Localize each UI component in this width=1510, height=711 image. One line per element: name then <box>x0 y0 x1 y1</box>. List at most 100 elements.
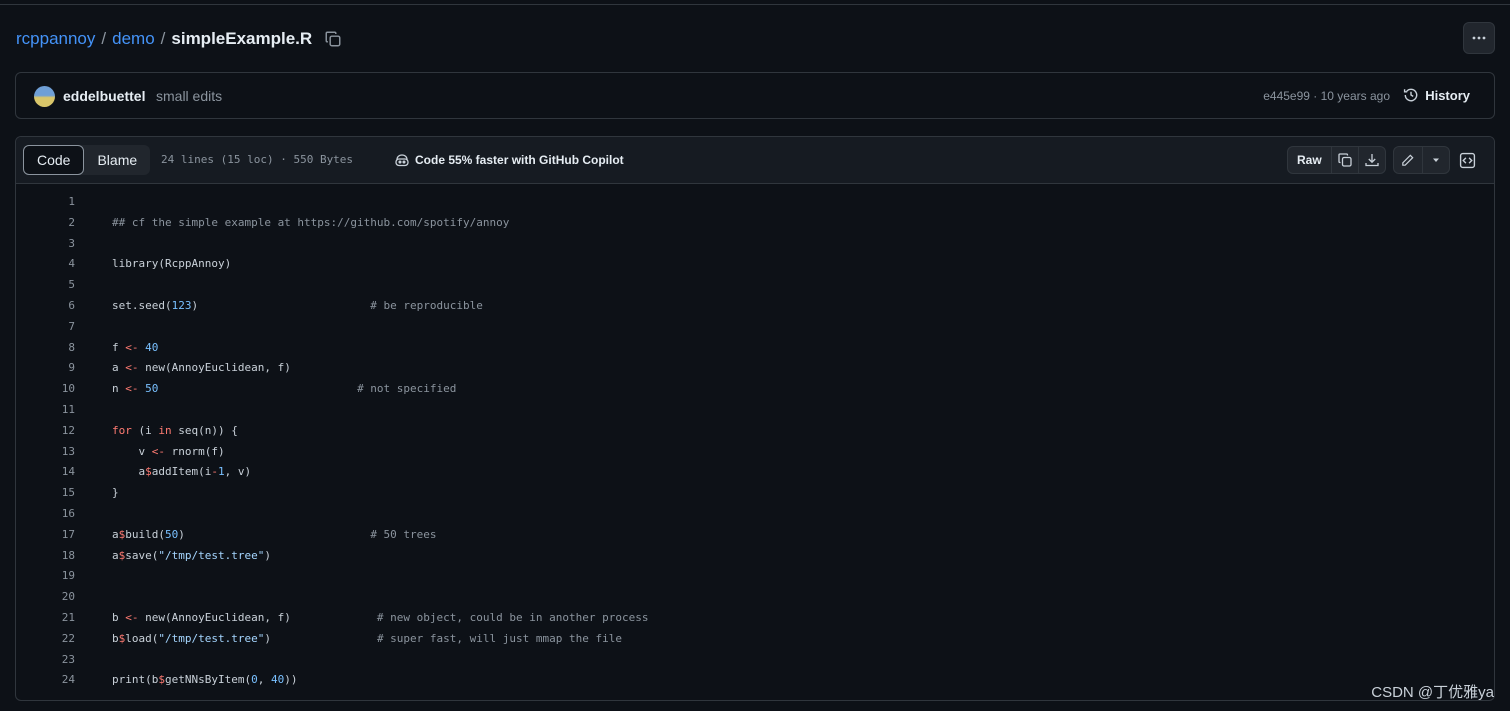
breadcrumb: rcppannoy / demo / simpleExample.R <box>16 28 342 50</box>
watermark: CSDN @丁优雅ya <box>1371 684 1494 701</box>
code-line: 16 <box>16 504 1494 525</box>
view-mode-toggle: Code Blame <box>23 145 151 175</box>
line-number[interactable]: 19 <box>16 566 75 587</box>
code-text: for (i in seq(n)) { <box>112 423 238 437</box>
breadcrumb-repo-link[interactable]: rcppannoy <box>16 29 95 49</box>
code-line: 8 f <- 40 <box>16 338 1494 359</box>
code-line: 15} <box>16 483 1494 504</box>
line-number[interactable]: 6 <box>16 296 75 317</box>
code-line: 18 a$save("/tmp/test.tree") <box>16 546 1494 567</box>
edit-button[interactable] <box>1394 147 1422 173</box>
code-line: 21 b <- new(AnnoyEuclidean, f) # new obje… <box>16 608 1494 629</box>
code-text: v <- rnorm(f) <box>112 444 225 458</box>
code-line: 2 ## cf the simple example at https://git… <box>16 213 1494 234</box>
line-number[interactable]: 3 <box>16 234 75 255</box>
code-line: 12 for (i in seq(n)) { <box>16 421 1494 442</box>
line-number[interactable]: 16 <box>16 504 75 525</box>
line-number[interactable]: 9 <box>16 358 75 379</box>
code-line: 1 <box>16 192 1494 213</box>
breadcrumb-folder-link[interactable]: demo <box>112 29 155 49</box>
top-divider <box>0 4 1510 5</box>
line-number[interactable]: 1 <box>16 192 75 213</box>
copilot-promo-link[interactable]: Code 55% faster with GitHub Copilot <box>394 152 624 168</box>
history-icon <box>1404 88 1418 102</box>
code-line: 19 <box>16 566 1494 587</box>
code-line: 22 b$load("/tmp/test.tree") # super fast,… <box>16 629 1494 650</box>
code-line: 4 library(RcppAnnoy) <box>16 254 1494 275</box>
raw-label: Raw <box>1297 153 1322 167</box>
tab-blame[interactable]: Blame <box>84 145 150 175</box>
file-header: Code Blame 24 lines (15 loc) · 550 Bytes… <box>16 137 1494 184</box>
code-line: 11 <box>16 400 1494 421</box>
code-line: 7 <box>16 317 1494 338</box>
code-line: 17 a$build(50) # 50 trees <box>16 525 1494 546</box>
edit-dropdown-button[interactable] <box>1421 147 1449 173</box>
code-text: b$load("/tmp/test.tree") # super fast, w… <box>112 631 622 645</box>
avatar[interactable] <box>34 86 55 107</box>
download-button[interactable] <box>1357 147 1385 173</box>
copilot-promo-label: Code 55% faster with GitHub Copilot <box>415 153 624 167</box>
line-number[interactable]: 24 <box>16 670 75 691</box>
copy-path-icon[interactable] <box>324 30 342 48</box>
raw-button[interactable]: Raw <box>1288 147 1331 173</box>
more-options-button[interactable] <box>1463 22 1495 54</box>
line-number[interactable]: 8 <box>16 338 75 359</box>
copy-icon <box>1338 153 1352 167</box>
code-square-icon <box>1459 152 1475 168</box>
tab-code[interactable]: Code <box>23 145 85 175</box>
triangle-down-icon <box>1432 158 1439 162</box>
code-line: 23 <box>16 650 1494 671</box>
copy-raw-button[interactable] <box>1330 147 1358 173</box>
history-button[interactable]: History <box>1403 87 1470 103</box>
file-info: 24 lines (15 loc) · 550 Bytes <box>161 153 354 166</box>
line-number[interactable]: 14 <box>16 462 75 483</box>
download-icon <box>1365 154 1379 167</box>
raw-actions-group: Raw <box>1287 146 1386 174</box>
line-number[interactable]: 21 <box>16 608 75 629</box>
line-number[interactable]: 10 <box>16 379 75 400</box>
code-text: a <- new(AnnoyEuclidean, f) <box>112 361 291 375</box>
line-number[interactable]: 12 <box>16 421 75 442</box>
line-number[interactable]: 4 <box>16 254 75 275</box>
line-number[interactable]: 7 <box>16 317 75 338</box>
line-number[interactable]: 2 <box>16 213 75 234</box>
pencil-icon <box>1402 153 1415 166</box>
code-text: } <box>112 486 119 500</box>
line-number[interactable]: 15 <box>16 483 75 504</box>
line-number[interactable]: 5 <box>16 275 75 296</box>
commit-author[interactable]: eddelbuettel <box>63 88 145 104</box>
code-line: 13 v <- rnorm(f) <box>16 442 1494 463</box>
code-text: ## cf the simple example at https://gith… <box>112 215 510 229</box>
code-line: 5 <box>16 275 1494 296</box>
code-line: 14 a$addItem(i-1, v) <box>16 462 1494 483</box>
commit-message[interactable]: small edits <box>156 88 222 104</box>
line-number[interactable]: 13 <box>16 442 75 463</box>
symbols-panel-button[interactable] <box>1454 147 1480 173</box>
history-label: History <box>1425 87 1470 103</box>
code-text: print(b$getNNsByItem(0, 40)) <box>112 673 298 687</box>
breadcrumb-file-name: simpleExample.R <box>171 29 313 48</box>
code-text: f <- 40 <box>112 340 159 354</box>
code-text: a$addItem(i-1, v) <box>112 465 252 479</box>
line-number[interactable]: 18 <box>16 546 75 567</box>
code-line: 24 print(b$getNNsByItem(0, 40)) <box>16 670 1494 691</box>
code-line: 10 n <- 50 # not specified <box>16 379 1494 400</box>
line-number[interactable]: 20 <box>16 587 75 608</box>
code-text: n <- 50 # not specified <box>112 382 457 396</box>
line-number[interactable]: 22 <box>16 629 75 650</box>
file-viewer: Code Blame 24 lines (15 loc) · 550 Bytes… <box>15 136 1495 701</box>
breadcrumb-separator: / <box>101 29 107 48</box>
line-number[interactable]: 17 <box>16 525 75 546</box>
breadcrumb-separator: / <box>160 29 166 48</box>
line-number[interactable]: 23 <box>16 650 75 671</box>
latest-commit-bar: eddelbuettel small edits e445e99 · 10 ye… <box>15 72 1495 119</box>
commit-sha-age[interactable]: e445e99 · 10 years ago <box>1263 89 1390 103</box>
line-number[interactable]: 11 <box>16 400 75 421</box>
code-view: 1 2 ## cf the simple example at https://gi… <box>16 184 1494 691</box>
